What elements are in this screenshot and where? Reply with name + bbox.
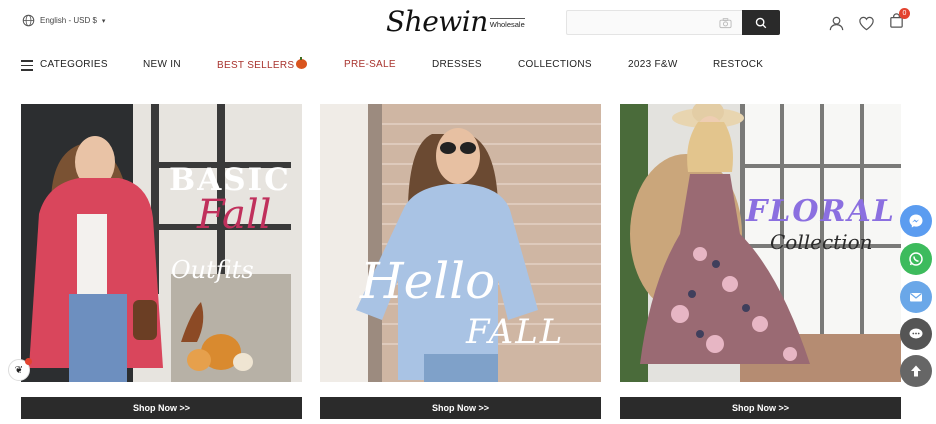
top-bar: English - USD $ ▾ Shewin Wholesale 0 [0,0,936,48]
search-input[interactable] [573,15,713,31]
eco-badge-button[interactable]: ❦ [8,358,32,381]
header-icons: 0 [828,8,910,34]
nav-collections[interactable]: COLLECTIONS [518,59,592,70]
banner-3-headline: FLORAL [746,194,896,229]
pumpkin-icon [296,57,308,69]
notification-dot [25,358,32,365]
language-currency-selector[interactable]: English - USD $ ▾ [22,14,105,27]
camera-icon[interactable] [719,17,732,29]
banner-hello-fall[interactable]: Hello FALL [320,104,601,382]
email-button[interactable] [900,281,932,313]
whatsapp-icon [909,252,923,266]
nav-new-in[interactable]: NEW IN [143,59,181,70]
nav-dresses[interactable]: DRESSES [432,59,482,70]
locale-label: English - USD $ [40,16,97,25]
logo-sub-text: Wholesale [489,18,525,29]
main-navigation: CATEGORIES NEW IN BEST SELLERS PRE-SALE … [0,57,936,75]
banner-photo-basic-fall [21,104,302,382]
banner-floral-collection[interactable]: FLORAL Collection [620,104,901,382]
nav-pre-sale[interactable]: PRE-SALE [344,59,396,70]
scroll-top-icon [911,365,921,377]
nav-best-sellers-label: BEST SELLERS [217,60,295,71]
cart-count-badge: 0 [899,8,910,19]
shop-now-button-2[interactable]: Shop Now >> [320,397,601,419]
banner-3-script: Collection [770,230,873,254]
logo-main-text: Shewin [386,5,488,38]
shop-now-button-1[interactable]: Shop Now >> [21,397,302,419]
whatsapp-button[interactable] [900,243,932,275]
logo[interactable]: Shewin Wholesale [386,4,525,40]
messenger-button[interactable] [900,205,932,237]
wishlist-heart-icon[interactable] [858,15,875,32]
chat-button[interactable] [900,318,932,350]
account-icon[interactable] [828,15,845,32]
nav-best-sellers[interactable]: BEST SELLERS [217,57,308,71]
email-icon [910,293,922,302]
search-button[interactable] [742,10,780,35]
caret-down-icon: ▾ [101,17,106,25]
scroll-to-top-button[interactable] [900,355,932,387]
banner-2-script: Hello [360,252,496,310]
search-icon [755,17,767,28]
leaf-icon: ❦ [14,364,24,376]
banner-1-script: Fall [197,192,272,238]
banner-2-headline: FALL [466,312,565,352]
banner-basic-fall[interactable]: BASIC Fall Outfits [21,104,302,382]
nav-restock[interactable]: RESTOCK [713,59,763,70]
nav-categories[interactable]: CATEGORIES [40,59,108,70]
search-box [566,10,780,35]
shop-now-button-3[interactable]: Shop Now >> [620,397,901,419]
messenger-icon [909,214,923,228]
globe-icon [22,14,35,27]
cart-button[interactable]: 0 [888,8,910,34]
chat-icon [909,328,923,339]
hamburger-menu-icon[interactable] [21,60,33,71]
nav-2023-fw[interactable]: 2023 F&W [628,59,678,70]
banner-1-subline: Outfits [171,256,254,284]
